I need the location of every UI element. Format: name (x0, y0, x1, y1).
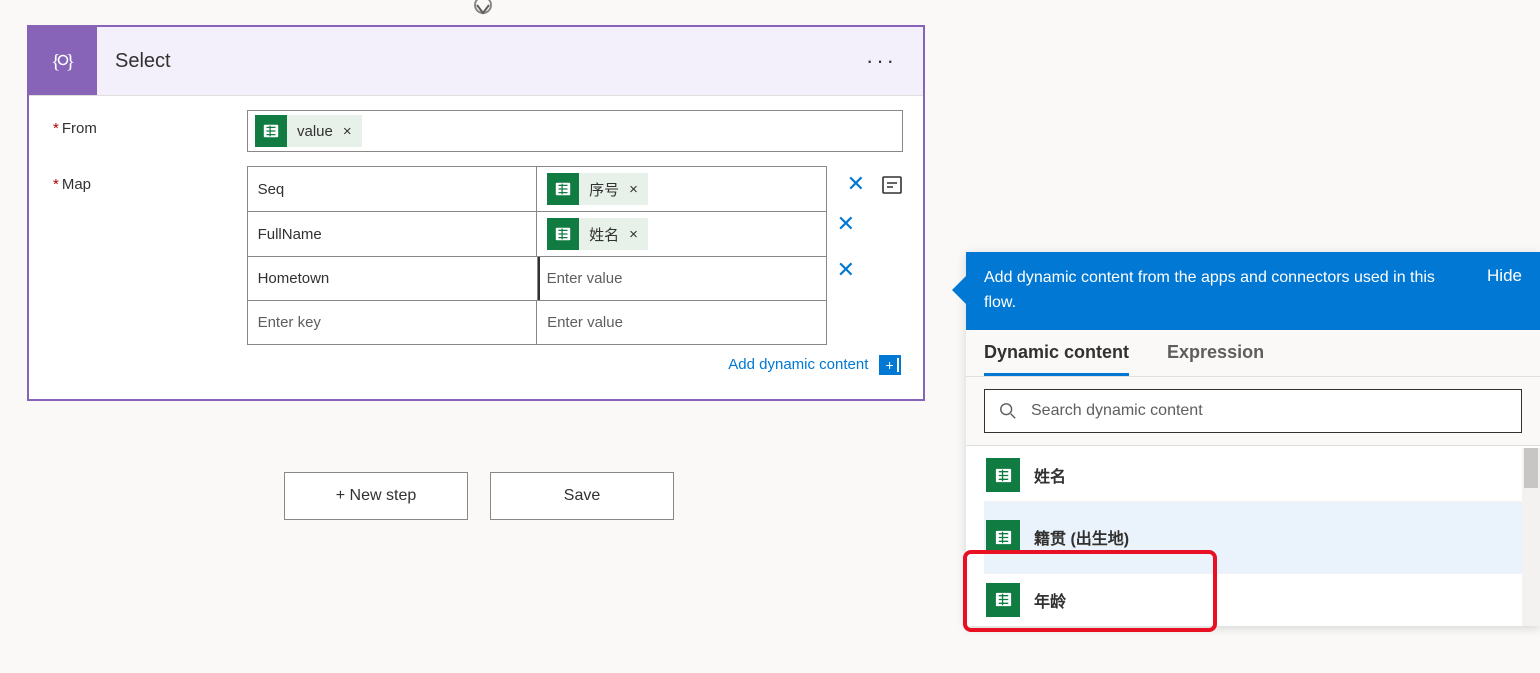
switch-to-text-mode-icon[interactable] (881, 174, 903, 196)
map-row (248, 257, 826, 301)
hide-panel-button[interactable]: Hide (1487, 266, 1522, 286)
delete-row-icon[interactable]: ✕ (827, 210, 903, 238)
dc-search-box[interactable] (984, 389, 1522, 433)
add-dynamic-content-link[interactable]: Add dynamic content (728, 356, 868, 373)
map-value-input[interactable]: 姓名 × (537, 212, 826, 256)
card-title: Select (97, 50, 866, 73)
map-key-input[interactable] (248, 212, 538, 256)
dc-item[interactable]: 籍贯 (出生地) (984, 502, 1522, 574)
card-header[interactable]: { } Select ··· (29, 27, 923, 96)
add-dynamic-content-icon[interactable]: + (879, 355, 901, 375)
select-action-icon: { } (29, 27, 97, 95)
from-field-row: *From value × (53, 110, 903, 152)
map-field-row: *Map 序号 × (53, 166, 903, 375)
map-value-input[interactable]: 序号 × (537, 167, 826, 211)
map-value-input[interactable] (538, 257, 826, 300)
map-grid: 序号 × 姓名 × (247, 166, 827, 345)
card-menu-ellipsis[interactable]: ··· (866, 48, 923, 74)
dc-results-list: 姓名 籍贯 (出生地) 年龄 (966, 446, 1540, 626)
excel-icon (547, 218, 579, 250)
dynamic-content-panel: Add dynamic content from the apps and co… (966, 252, 1540, 626)
svg-text:{ }: { } (51, 51, 75, 73)
dc-tabs: Dynamic content Expression (966, 330, 1540, 377)
map-row-empty (248, 301, 826, 345)
flow-arrow-down (468, 0, 498, 18)
dc-panel-header: Add dynamic content from the apps and co… (966, 252, 1540, 330)
new-step-button[interactable]: + New step (284, 472, 468, 520)
dc-search-input[interactable] (1031, 402, 1507, 420)
map-row: 姓名 × (248, 212, 826, 257)
excel-icon (986, 520, 1020, 554)
from-input[interactable]: value × (247, 110, 903, 152)
delete-row-icon[interactable]: ✕ (837, 170, 865, 198)
map-value-input[interactable] (537, 301, 826, 344)
map-value-token[interactable]: 序号 × (547, 173, 648, 205)
panel-pointer-icon (952, 276, 966, 304)
map-key-input[interactable] (248, 257, 538, 300)
save-button[interactable]: Save (490, 472, 674, 520)
map-value-token[interactable]: 姓名 × (547, 218, 648, 250)
from-label: *From (53, 110, 247, 137)
search-icon (999, 402, 1017, 420)
remove-token-icon[interactable]: × (341, 123, 362, 140)
map-label: *Map (53, 166, 247, 193)
remove-token-icon[interactable]: × (627, 181, 648, 198)
dc-item[interactable]: 姓名 (984, 450, 1522, 502)
excel-icon (547, 173, 579, 205)
map-key-input[interactable] (248, 301, 538, 344)
map-key-input[interactable] (248, 167, 538, 211)
excel-icon (986, 583, 1020, 617)
remove-token-icon[interactable]: × (627, 226, 648, 243)
tab-expression[interactable]: Expression (1167, 342, 1264, 376)
dc-item[interactable]: 年龄 (984, 574, 1522, 626)
scrollbar[interactable] (1522, 448, 1540, 626)
tab-dynamic-content[interactable]: Dynamic content (984, 342, 1129, 376)
excel-icon (986, 458, 1020, 492)
select-action-card: { } Select ··· *From value × *Map (27, 25, 925, 401)
delete-row-icon[interactable]: ✕ (827, 256, 903, 284)
from-token-value[interactable]: value × (255, 115, 362, 147)
excel-icon (255, 115, 287, 147)
map-row: 序号 × (248, 167, 826, 212)
